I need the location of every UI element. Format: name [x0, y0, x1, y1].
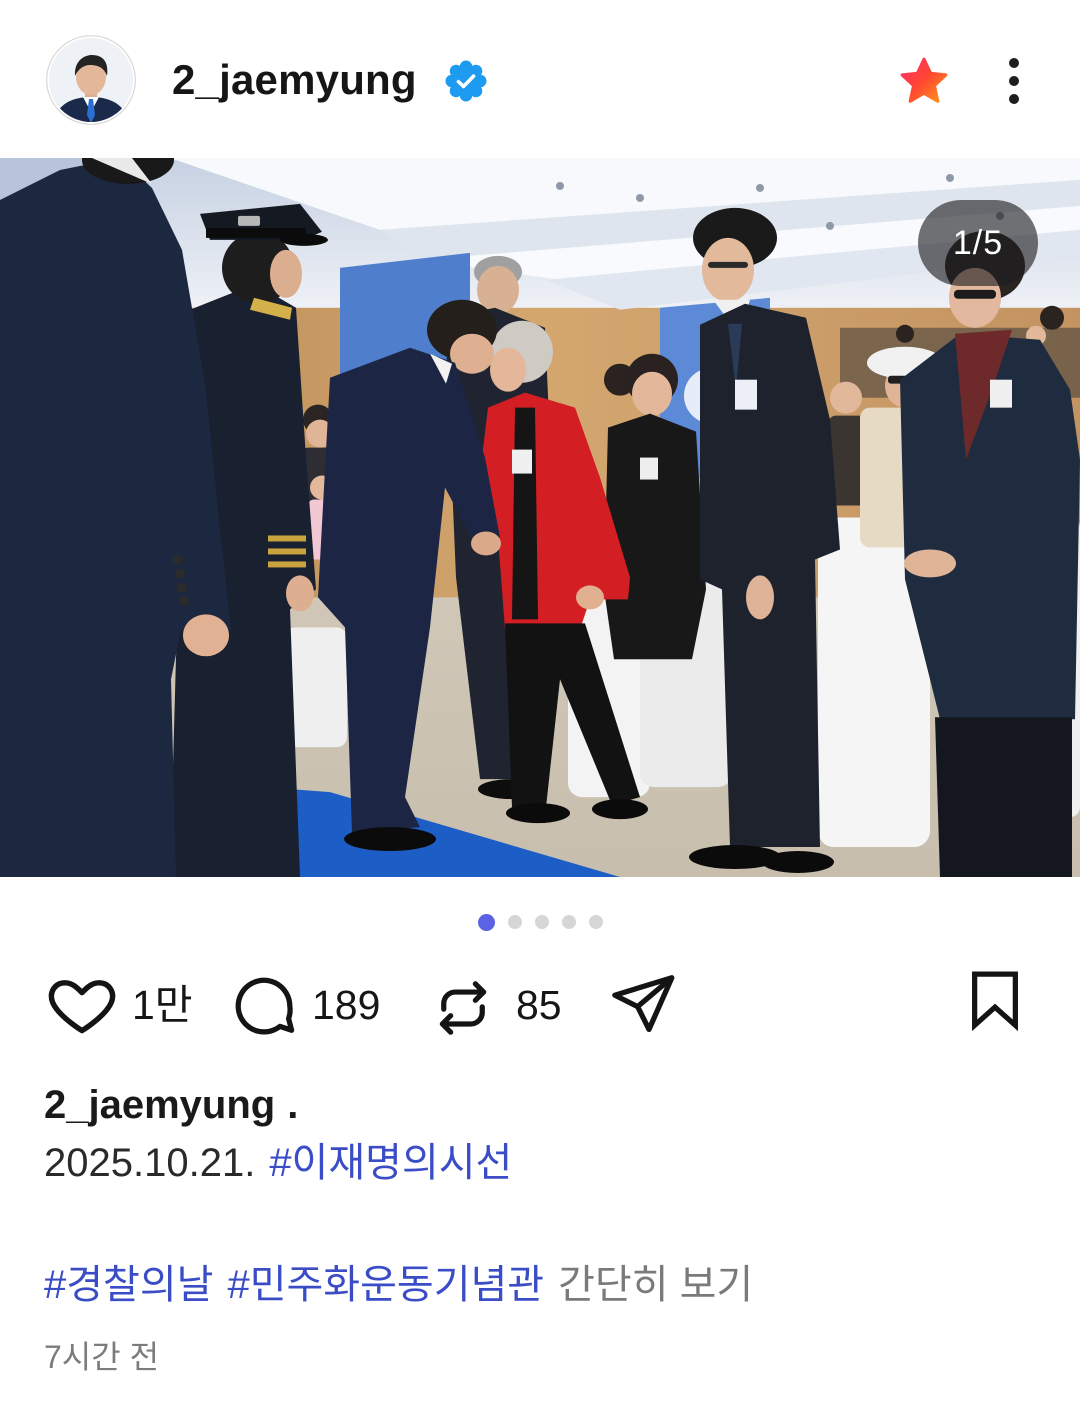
- like-count[interactable]: 1만: [132, 981, 193, 1029]
- hashtag-link[interactable]: #민주화운동기념관: [227, 1263, 544, 1307]
- pagination-dot: [535, 915, 549, 929]
- caption-username[interactable]: 2_jaemyung: [44, 1083, 275, 1127]
- heart-icon[interactable]: [45, 968, 119, 1042]
- media-counter: 1/5: [918, 200, 1038, 286]
- star-icon[interactable]: [898, 55, 950, 107]
- comment-count[interactable]: 189: [312, 981, 380, 1029]
- collapse-caption-link[interactable]: 간단히 보기: [558, 1263, 753, 1307]
- profile-avatar[interactable]: [46, 35, 136, 125]
- header-username[interactable]: 2_jaemyung: [172, 55, 417, 105]
- caption-author: 2_jaemyung.: [44, 1081, 298, 1129]
- repost-count[interactable]: 85: [516, 981, 562, 1029]
- post-timestamp: 7시간 전: [44, 1339, 160, 1375]
- pagination-dot: [508, 915, 522, 929]
- send-icon[interactable]: [607, 967, 679, 1039]
- post-photo: [0, 158, 1080, 877]
- verified-badge-icon: [445, 60, 487, 102]
- pagination-dot: [562, 915, 576, 929]
- comment-icon[interactable]: [228, 970, 300, 1042]
- caption-hashtags: #경찰의날 #민주화운동기념관 간단히 보기: [44, 1261, 753, 1309]
- pagination-dot-active: [478, 913, 495, 931]
- media-carousel[interactable]: 1/5: [0, 158, 1080, 877]
- caption-separator: .: [287, 1083, 299, 1127]
- caption-body: 2025.10.21. #이재명의시선: [44, 1139, 512, 1187]
- bookmark-icon[interactable]: [962, 967, 1028, 1033]
- repost-icon[interactable]: [430, 975, 496, 1041]
- more-vertical-icon[interactable]: [996, 55, 1032, 107]
- hashtag-link[interactable]: #이재명의시선: [269, 1141, 512, 1185]
- hashtag-link[interactable]: #경찰의날: [44, 1263, 213, 1307]
- caption-date: 2025.10.21.: [44, 1141, 256, 1185]
- carousel-pagination: [478, 912, 603, 932]
- pagination-dot: [589, 915, 603, 929]
